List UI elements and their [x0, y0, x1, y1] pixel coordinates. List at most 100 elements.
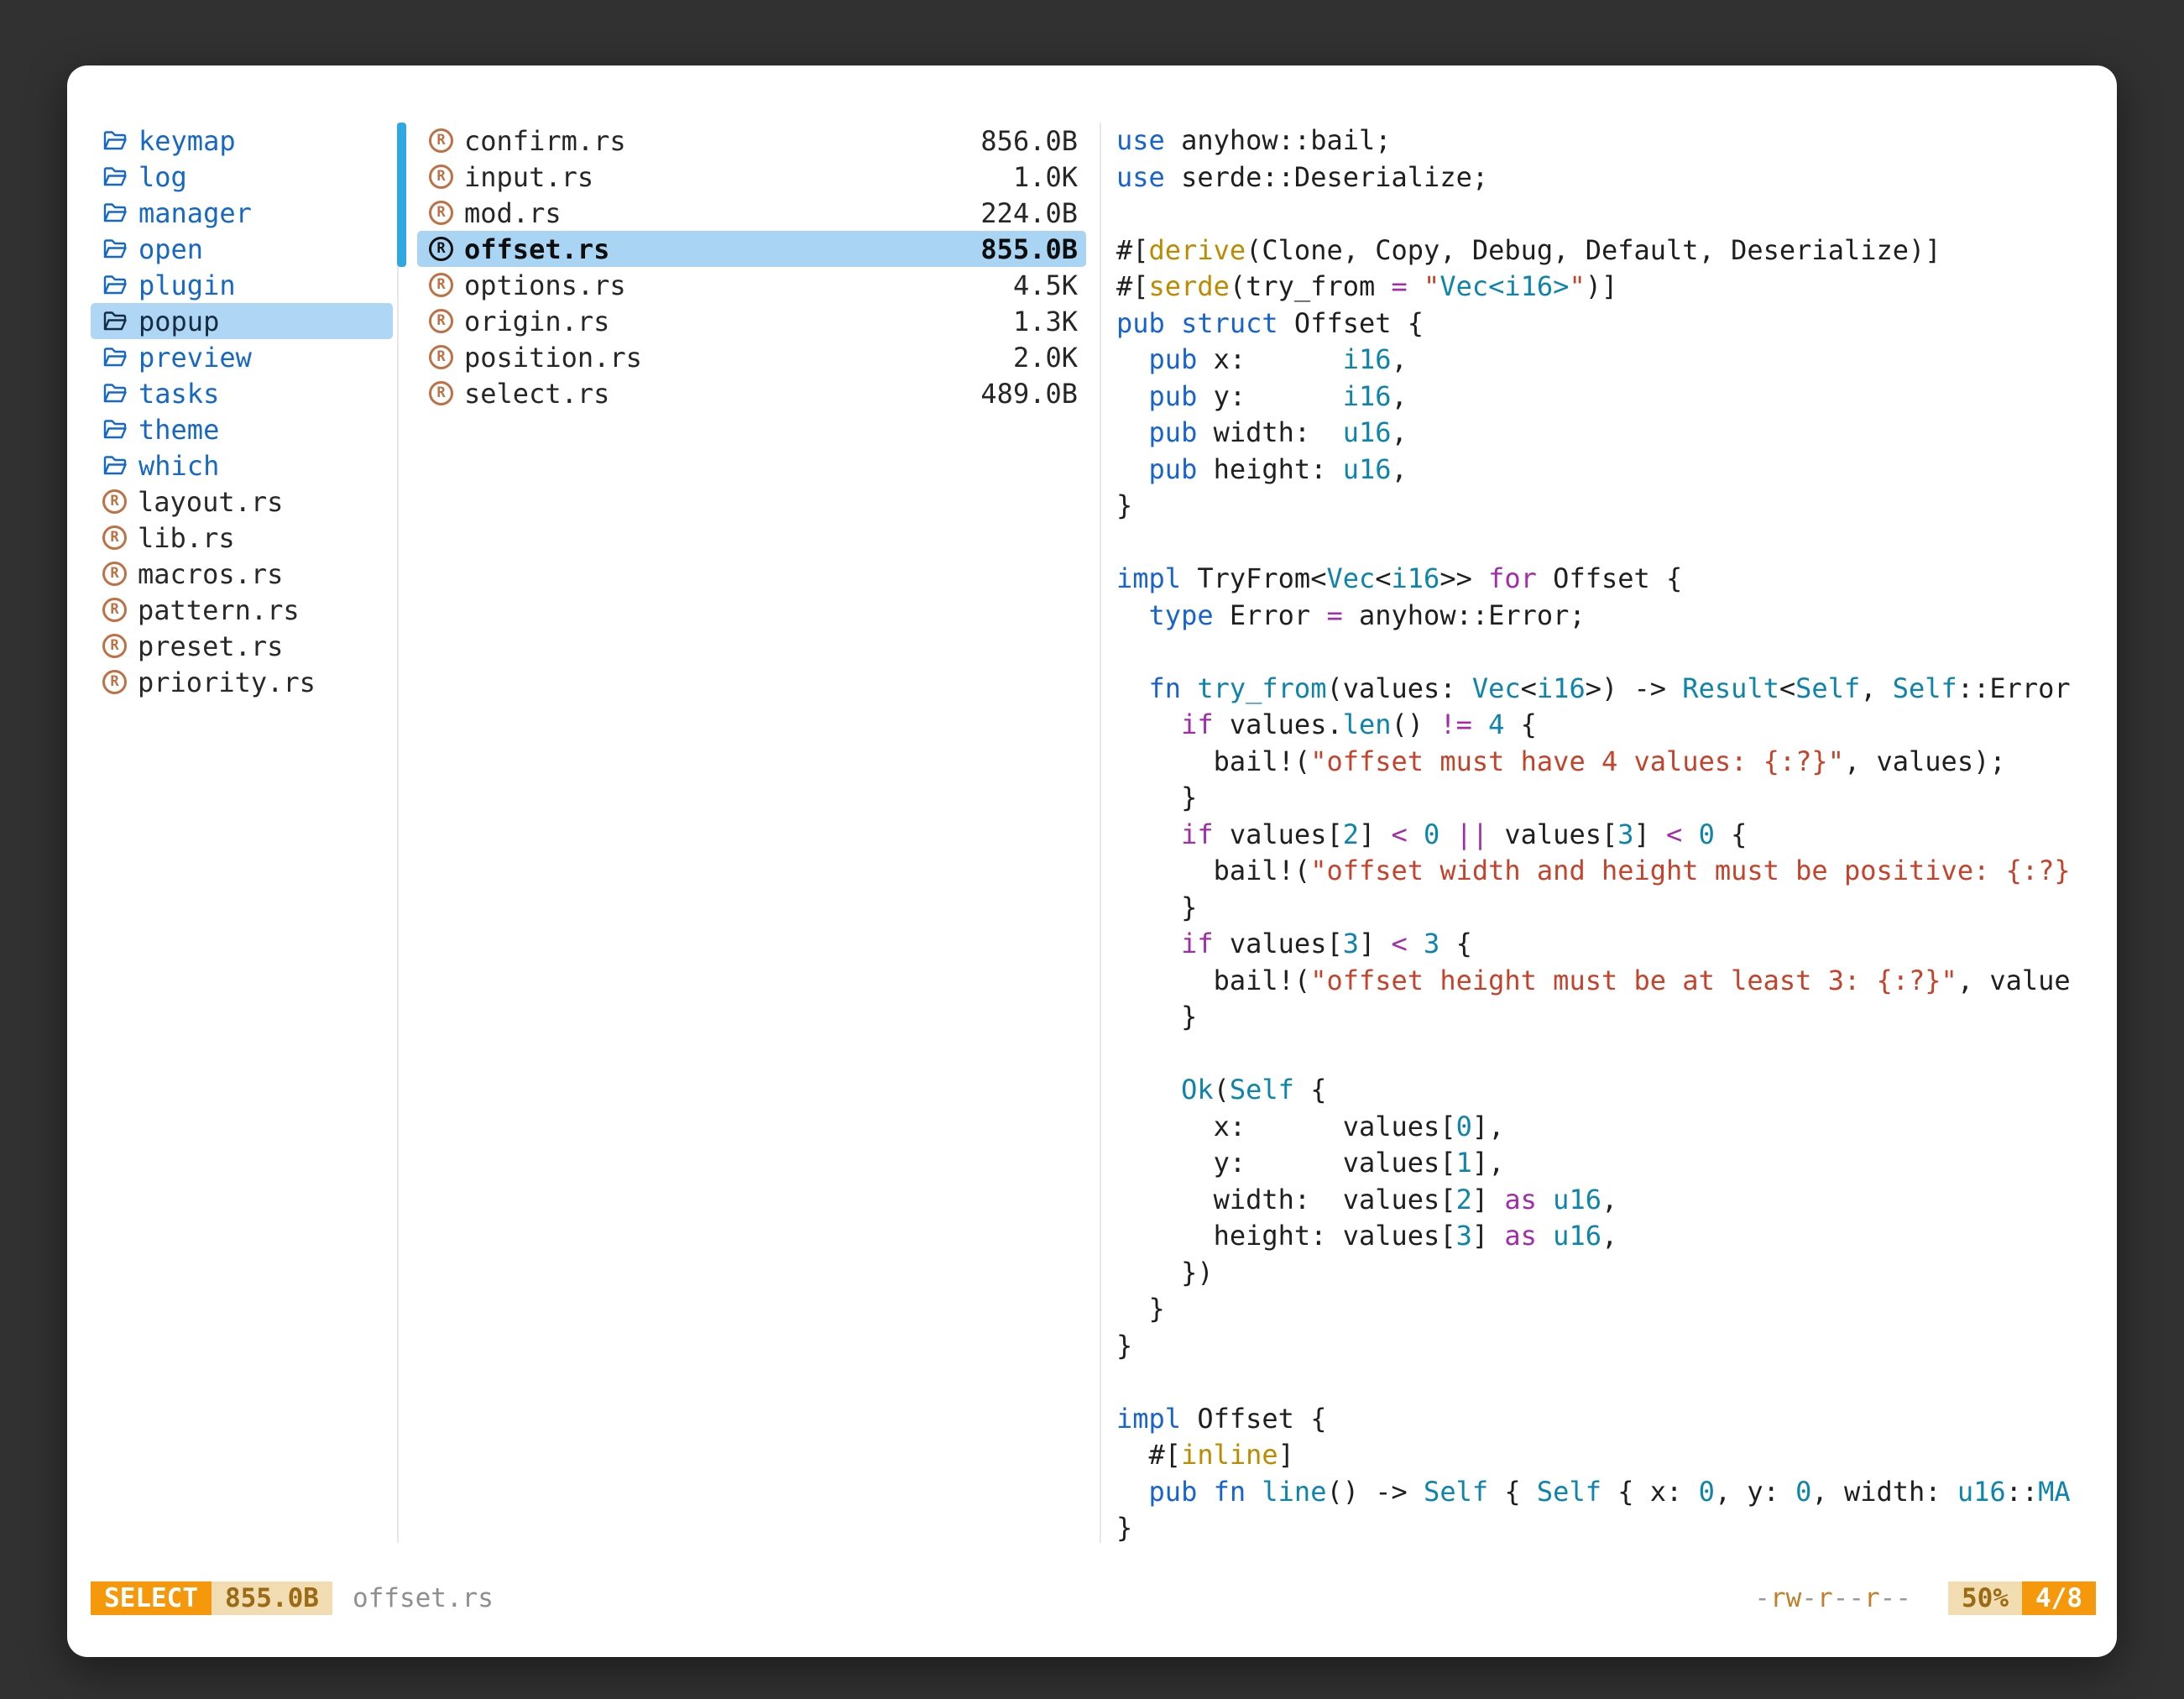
- rust-file-icon: R: [429, 128, 453, 153]
- scroll-percent-badge: 50%: [1948, 1581, 2022, 1615]
- yazi-file-manager-window: keymap log manager open: [67, 65, 2117, 1657]
- file-size: 1.0K: [1013, 161, 1078, 193]
- code-lines: use anyhow::bail;use serde::Deserialize;…: [1103, 123, 2105, 1543]
- code-line: use anyhow::bail;: [1116, 123, 2105, 159]
- sidebar-item[interactable]: tasks: [91, 375, 393, 411]
- code-line: bail!("offset width and height must be p…: [1116, 853, 2105, 890]
- code-line: }: [1116, 999, 2105, 1036]
- code-line: height: values[3] as u16,: [1116, 1218, 2105, 1255]
- file-row[interactable]: R position.rs 2.0K: [417, 339, 1086, 375]
- file-row[interactable]: R offset.rs 855.0B: [417, 231, 1086, 267]
- sidebar-item[interactable]: log: [91, 159, 393, 195]
- file-name: position.rs: [464, 342, 1013, 374]
- sidebar-item[interactable]: plugin: [91, 267, 393, 303]
- folder-open-icon: [102, 311, 128, 332]
- status-right: -rw-r--r-- 50% 4/8: [1754, 1581, 2096, 1615]
- file-name: options.rs: [464, 269, 1013, 301]
- rust-file-icon: R: [102, 634, 127, 658]
- file-name: origin.rs: [464, 306, 1013, 337]
- sidebar-item-label: log: [138, 161, 187, 193]
- code-line: pub x: i16,: [1116, 342, 2105, 379]
- file-row[interactable]: R origin.rs 1.3K: [417, 303, 1086, 339]
- sidebar-item-label: pattern.rs: [138, 594, 300, 626]
- sidebar-item[interactable]: R preset.rs: [91, 628, 393, 664]
- folder-open-icon: [102, 419, 128, 441]
- file-name: confirm.rs: [464, 125, 980, 157]
- rust-file-icon: R: [102, 525, 127, 550]
- file-size: 4.5K: [1013, 269, 1078, 301]
- mode-badge: SELECT: [91, 1581, 212, 1615]
- rust-file-icon: R: [102, 562, 127, 586]
- sidebar-item-label: open: [138, 233, 203, 265]
- code-line: impl TryFrom<Vec<i16>> for Offset {: [1116, 561, 2105, 598]
- sidebar-item[interactable]: theme: [91, 411, 393, 447]
- folder-open-icon: [102, 238, 128, 260]
- sidebar-item[interactable]: R pattern.rs: [91, 592, 393, 628]
- sidebar-item-label: keymap: [138, 125, 236, 157]
- sidebar-item[interactable]: R macros.rs: [91, 556, 393, 592]
- folder-open-icon: [102, 202, 128, 224]
- folder-open-icon: [102, 130, 128, 152]
- file-size: 489.0B: [980, 378, 1078, 410]
- code-line: fn try_from(values: Vec<i16>) -> Result<…: [1116, 671, 2105, 708]
- sidebar-item[interactable]: preview: [91, 339, 393, 375]
- sidebar-item[interactable]: open: [91, 231, 393, 267]
- file-row[interactable]: R options.rs 4.5K: [417, 267, 1086, 303]
- code-line: #[serde(try_from = "Vec<i16>")]: [1116, 269, 2105, 306]
- code-line: use serde::Deserialize;: [1116, 159, 2105, 196]
- folder-open-icon: [102, 166, 128, 188]
- sidebar: keymap log manager open: [91, 123, 393, 1543]
- status-filename: offset.rs: [353, 1583, 494, 1613]
- code-line: }: [1116, 1328, 2105, 1365]
- code-line: if values[2] < 0 || values[3] < 0 {: [1116, 817, 2105, 854]
- code-line: width: values[2] as u16,: [1116, 1182, 2105, 1219]
- file-size: 224.0B: [980, 197, 1078, 229]
- code-line: }: [1116, 780, 2105, 817]
- file-name: mod.rs: [464, 197, 980, 229]
- file-size: 856.0B: [980, 125, 1078, 157]
- status-left: SELECT 855.0B offset.rs: [91, 1581, 494, 1615]
- sidebar-item-label: preset.rs: [138, 630, 283, 662]
- file-row[interactable]: R confirm.rs 856.0B: [417, 123, 1086, 159]
- sidebar-item[interactable]: which: [91, 447, 393, 484]
- code-line: [1116, 525, 2105, 562]
- sidebar-item[interactable]: R layout.rs: [91, 484, 393, 520]
- rust-file-icon: R: [102, 489, 127, 514]
- code-line: if values[3] < 3 {: [1116, 926, 2105, 963]
- folder-open-icon: [102, 347, 128, 369]
- code-line: pub height: u16,: [1116, 452, 2105, 489]
- permissions: -rw-r--r--: [1754, 1583, 1911, 1613]
- code-line: if values.len() != 4 {: [1116, 707, 2105, 744]
- status-bar: SELECT 855.0B offset.rs -rw-r--r-- 50% 4…: [91, 1581, 2096, 1615]
- sidebar-item[interactable]: keymap: [91, 123, 393, 159]
- code-line: bail!("offset must have 4 values: {:?}",…: [1116, 744, 2105, 781]
- code-line: [1116, 634, 2105, 671]
- file-name: input.rs: [464, 161, 1013, 193]
- code-line: bail!("offset height must be at least 3:…: [1116, 963, 2105, 1000]
- code-line: pub width: u16,: [1116, 415, 2105, 452]
- scrollbar[interactable]: [397, 123, 406, 267]
- code-line: Ok(Self {: [1116, 1072, 2105, 1109]
- code-line: x: values[0],: [1116, 1109, 2105, 1146]
- code-line: [1116, 1036, 2105, 1073]
- code-line: impl Offset {: [1116, 1401, 2105, 1438]
- main-content: keymap log manager open: [67, 123, 2117, 1543]
- code-line: #[derive(Clone, Copy, Debug, Default, De…: [1116, 233, 2105, 269]
- file-row[interactable]: R select.rs 489.0B: [417, 375, 1086, 411]
- code-line: pub fn line() -> Self { Self { x: 0, y: …: [1116, 1474, 2105, 1511]
- file-rows: R confirm.rs 856.0B R input.rs 1.0K R mo…: [399, 123, 1100, 411]
- sidebar-item-label: theme: [138, 414, 219, 446]
- sidebar-item[interactable]: R lib.rs: [91, 520, 393, 556]
- file-row[interactable]: R input.rs 1.0K: [417, 159, 1086, 195]
- sidebar-item-label: macros.rs: [138, 558, 283, 590]
- code-line: [1116, 196, 2105, 233]
- sidebar-item[interactable]: manager: [91, 195, 393, 231]
- code-line: #[inline]: [1116, 1437, 2105, 1474]
- rust-file-icon: R: [429, 381, 453, 405]
- file-row[interactable]: R mod.rs 224.0B: [417, 195, 1086, 231]
- sidebar-item[interactable]: R priority.rs: [91, 664, 393, 700]
- code-line: }: [1116, 488, 2105, 525]
- sidebar-item[interactable]: popup: [91, 303, 393, 339]
- sidebar-item-label: preview: [138, 342, 252, 374]
- file-list-pane: R confirm.rs 856.0B R input.rs 1.0K R mo…: [397, 123, 1101, 1543]
